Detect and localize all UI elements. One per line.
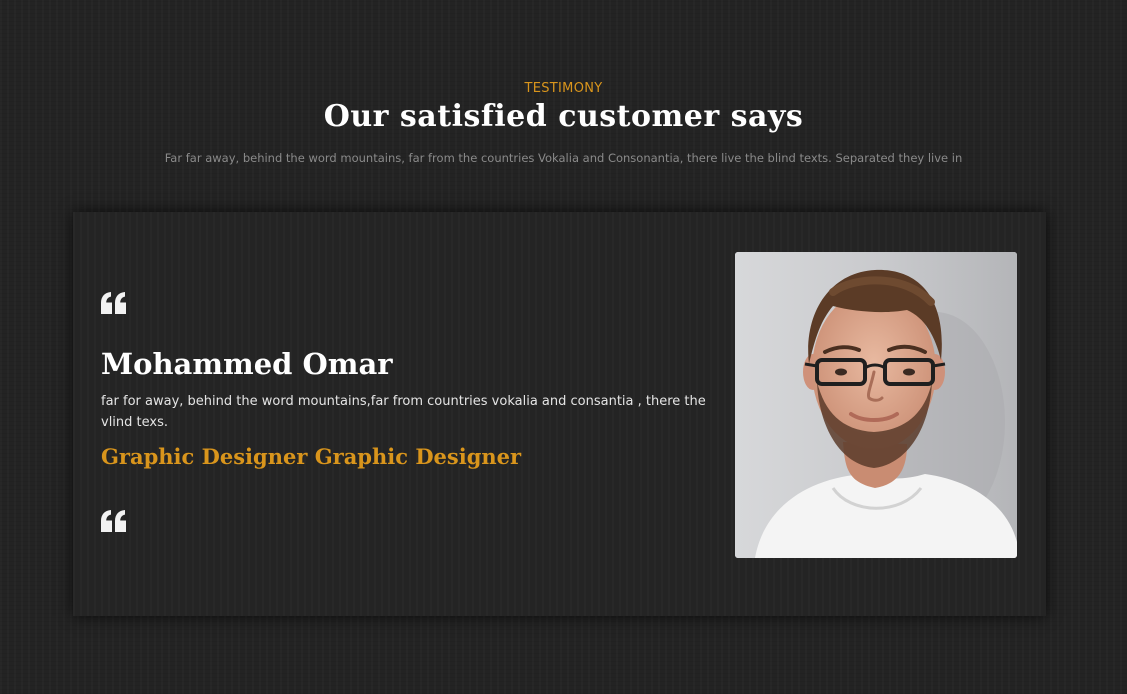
section-subtitle: Far far away, behind the word mountains,… [164,151,963,165]
quote-icon [101,510,127,532]
section-title: Our satisfied customer says [323,99,804,134]
section-header: TESTIMONY Our satisfied customer says Fa… [0,80,1127,166]
testimonial-role: Graphic Designer Graphic Designer [101,444,522,469]
section-eyebrow: TESTIMONY [524,81,603,96]
person-photo [735,252,1017,558]
testimonial-card: Mohammed Omar far for away, behind the w… [73,212,1046,616]
quote-icon [101,292,127,314]
testimonial-text: far for away, behind the word mountains,… [101,394,706,430]
testimonial-name: Mohammed Omar [101,347,393,381]
